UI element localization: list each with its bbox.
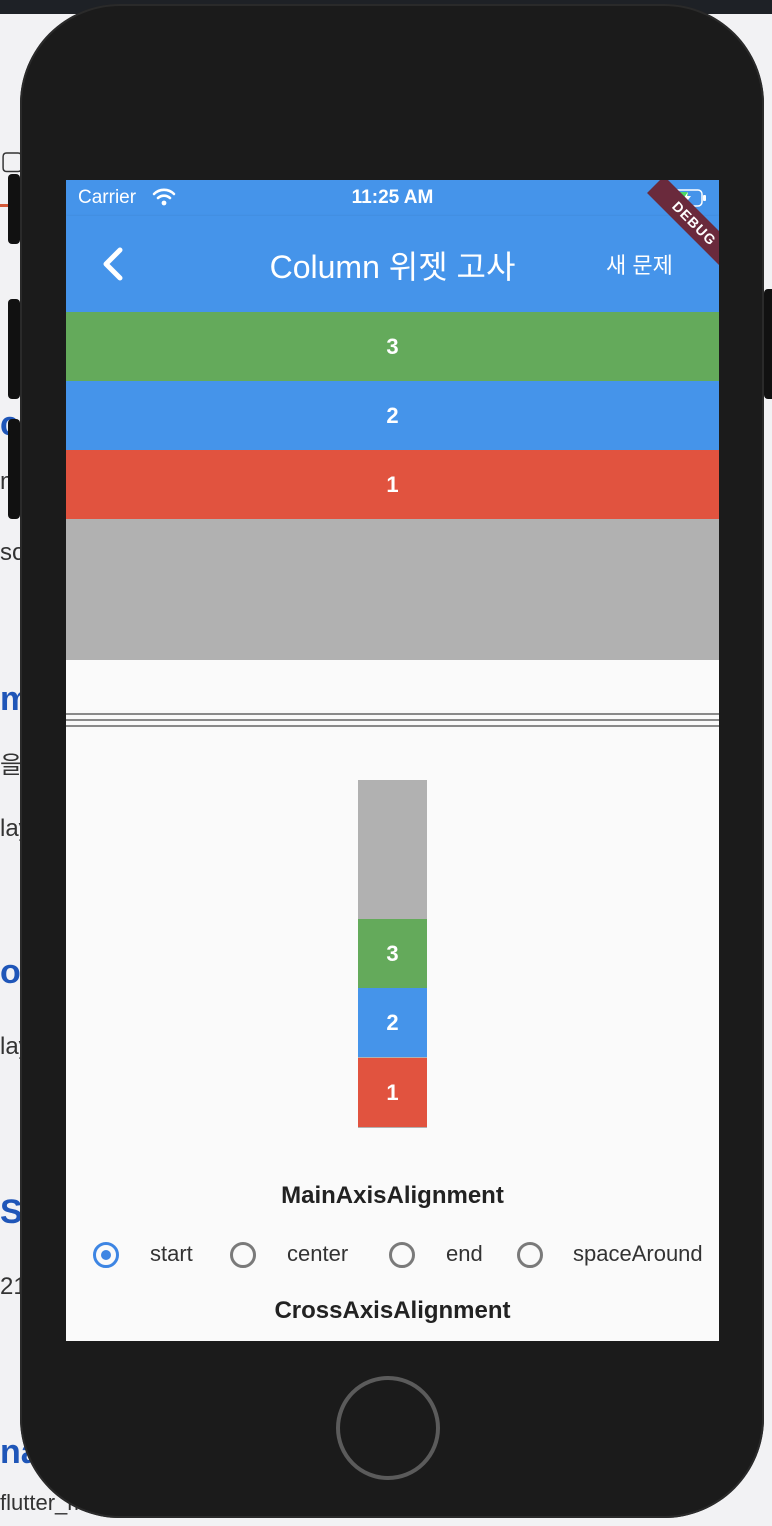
radio-end[interactable] [389, 1242, 415, 1268]
home-button[interactable] [336, 1376, 440, 1480]
mute-switch [8, 174, 20, 244]
radio-label-start[interactable]: start [150, 1241, 193, 1267]
preview-cell-3: 3 [358, 919, 427, 988]
main-axis-heading: MainAxisAlignment [281, 1182, 504, 1209]
cell-label: 1 [386, 1079, 399, 1105]
radio-start[interactable] [93, 1242, 119, 1268]
cross-axis-heading: CrossAxisAlignment [274, 1297, 511, 1324]
cell-label: 2 [386, 1009, 399, 1035]
answer-bar-3: 3 [66, 312, 719, 381]
status-bar: Carrier 11:25 AM [66, 180, 719, 216]
radio-label-end[interactable]: end [446, 1241, 483, 1267]
bar-label: 2 [386, 402, 399, 428]
divider-line [66, 719, 719, 721]
radio-spacearound[interactable] [517, 1242, 543, 1268]
answer-bar-2: 2 [66, 381, 719, 450]
new-problem-button[interactable]: 새 문제 [606, 248, 673, 280]
radio-label-center[interactable]: center [287, 1241, 348, 1267]
divider-line [66, 725, 719, 727]
answer-column-area: 3 2 1 [66, 312, 719, 660]
main-axis-radio-group: start center end spaceAround [66, 1238, 719, 1278]
bar-label: 1 [386, 471, 399, 497]
status-time: 11:25 AM [351, 187, 434, 208]
power-button [764, 289, 772, 399]
volume-down-button [8, 419, 20, 519]
preview-cell-2: 2 [358, 988, 427, 1057]
preview-column: 3 2 1 [358, 780, 427, 1128]
radio-label-spacearound[interactable]: spaceAround [573, 1241, 703, 1267]
answer-bar-1: 1 [66, 450, 719, 519]
phone-screen: Carrier 11:25 AM Column 위젯 고사 새 문제 DEBUG… [66, 180, 719, 1341]
radio-center[interactable] [230, 1242, 256, 1268]
preview-cell-1: 1 [358, 1058, 427, 1127]
cell-label: 3 [386, 940, 399, 966]
volume-up-button [8, 299, 20, 399]
background-text: 을 [0, 752, 23, 779]
app-bar: Column 위젯 고사 새 문제 [66, 216, 719, 312]
divider-line [66, 713, 719, 715]
bar-label: 3 [386, 333, 399, 359]
